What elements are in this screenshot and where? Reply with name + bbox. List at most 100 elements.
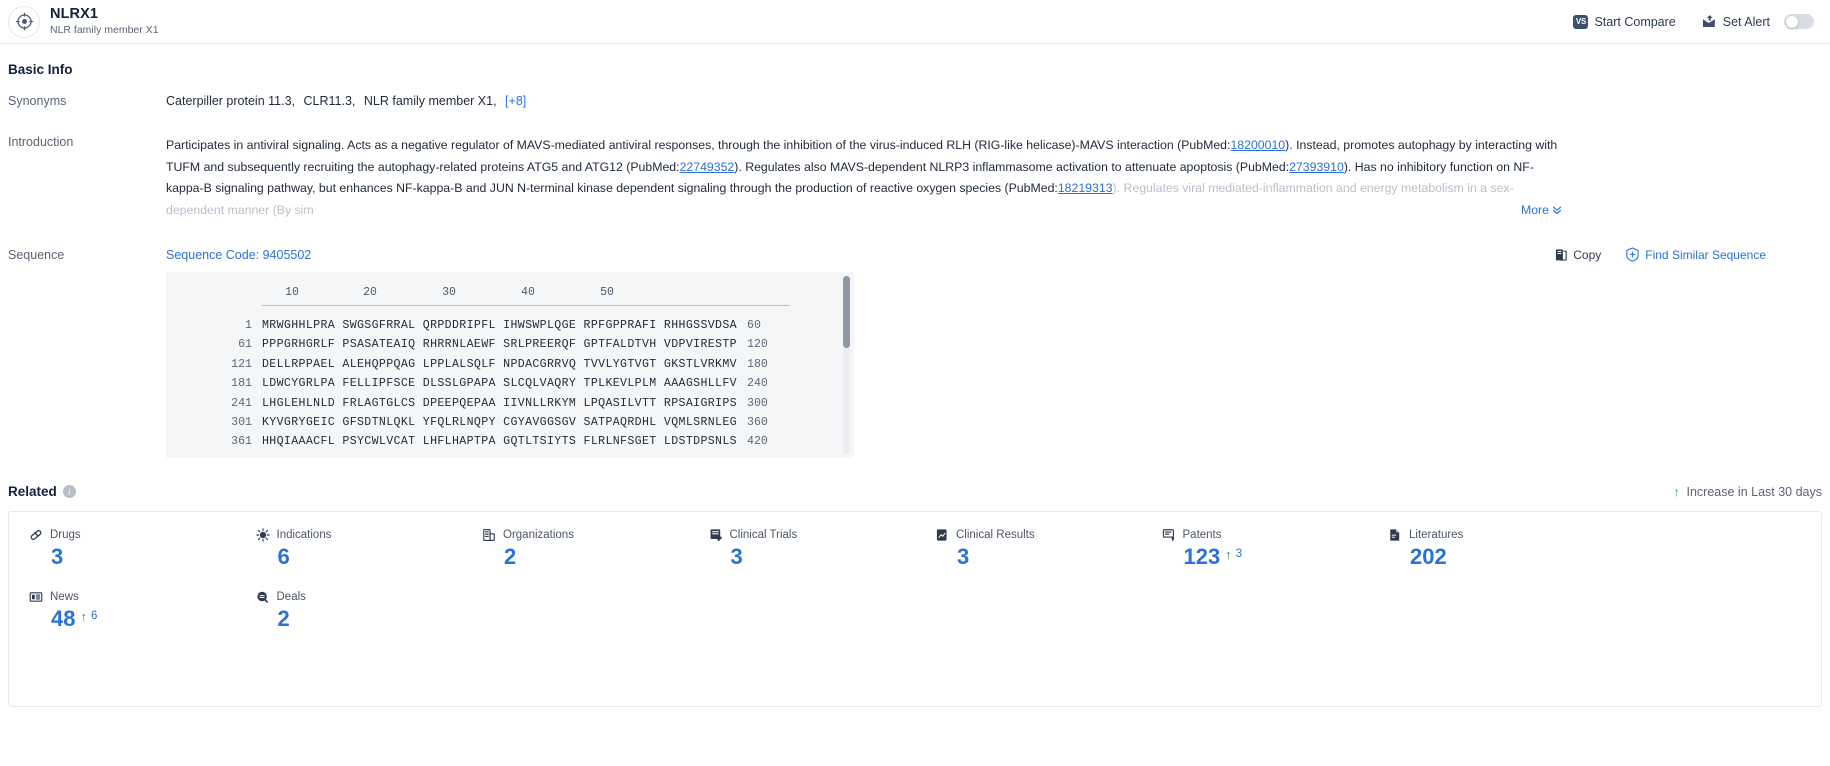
deal-icon	[256, 590, 270, 604]
sequence-header-row: Sequence Sequence Code: 9405502 Copy Fin…	[0, 247, 1830, 262]
set-alert-control[interactable]: Set Alert	[1702, 14, 1814, 29]
sequence-row: 121 DELLRPPAEL ALEHQPPQAG LPPLALSQLF NPD…	[166, 355, 854, 374]
tile-value: 6	[277, 544, 290, 569]
related-section: Related i ↑ Increase in Last 30 days Dru…	[0, 484, 1830, 707]
introduction-row: Introduction Participates in antiviral s…	[0, 135, 1830, 221]
chevron-double-down-icon	[1552, 205, 1562, 215]
related-tile-indications[interactable]: Indications 6	[236, 528, 463, 589]
sequence-residues: HHQIAAACFL PSYCWLVCAT LHFLHAPTPA GQTLTSI…	[262, 435, 737, 449]
increase-legend-label: Increase in Last 30 days	[1686, 484, 1823, 499]
tile-spacer	[1595, 528, 1822, 589]
sequence-end-index: 120	[746, 338, 768, 352]
sequence-viewer[interactable]: 10 20 30 40 50 1 MRWGHHLPRA SWGSGFRRAL Q…	[166, 272, 854, 458]
gene-full-name: NLR family member X1	[50, 23, 159, 36]
pubmed-link-27393910[interactable]: 27393910	[1289, 160, 1344, 174]
sequence-tools: Copy Find Similar Sequence	[1554, 247, 1830, 262]
sequence-residues: MRWGHHLPRA SWGSGFRRAL QRPDDRIPFL IHWSWPL…	[262, 319, 737, 332]
tile-delta-value: 6	[90, 610, 98, 622]
sequence-scrollbar[interactable]	[843, 276, 850, 454]
sequence-end-index: 300	[746, 396, 768, 410]
clinical-result-icon	[935, 528, 949, 542]
ruler-tick-40: 40	[521, 286, 535, 299]
tile-delta: ↑ 6	[80, 610, 97, 623]
tile-value: 2	[504, 544, 517, 569]
related-tile-organizations[interactable]: Organizations 2	[462, 528, 689, 589]
ruler-line	[262, 305, 790, 306]
ruler-tick-30: 30	[442, 286, 456, 299]
intro-part-3: ). Regulates also MAVS-dependent NLRP3 i…	[734, 159, 1290, 174]
sequence-end-index: 360	[746, 416, 768, 430]
sequence-end-index: 420	[746, 435, 768, 449]
tile-value: 2	[277, 606, 290, 631]
copy-sequence-button[interactable]: Copy	[1554, 248, 1601, 262]
copy-icon	[1554, 248, 1568, 262]
similar-sequence-icon	[1625, 247, 1640, 262]
tile-label: Clinical Trials	[729, 529, 798, 541]
introduction-more-label: More	[1520, 202, 1549, 217]
capsule-icon	[29, 528, 43, 542]
sequence-start-index: 121	[231, 357, 252, 371]
pubmed-link-18200010[interactable]: 18200010	[1230, 138, 1285, 152]
start-compare-button[interactable]: VS Start Compare	[1573, 14, 1676, 29]
sequence-row: 181 LDWCYGRLPA FELLIPFSCE DLSSLGPAPA SLC…	[166, 374, 854, 393]
start-compare-label: Start Compare	[1594, 14, 1676, 29]
sequence-code[interactable]: Sequence Code: 9405502	[166, 248, 311, 262]
tile-label: Clinical Results	[956, 529, 1035, 541]
sequence-row: 1 MRWGHHLPRA SWGSGFRRAL QRPDDRIPFL IHWSW…	[166, 316, 854, 335]
related-tile-deals[interactable]: Deals 2	[236, 590, 463, 651]
related-tile-patents[interactable]: Patents 123 ↑ 3	[1142, 528, 1369, 589]
sequence-residues: PPPGRHGRLF PSASATEAIQ RHRRNLAEWF SRLPREE…	[262, 338, 737, 352]
sequence-scrollbar-thumb[interactable]	[843, 276, 850, 348]
gene-identity: NLRX1 NLR family member X1	[50, 6, 159, 36]
synonym-item-2: NLR family member X1,	[363, 94, 497, 108]
top-header-bar: NLRX1 NLR family member X1 VS Start Comp…	[0, 0, 1830, 44]
vs-icon: VS	[1573, 14, 1589, 29]
introduction-text: Participates in antiviral signaling. Act…	[166, 135, 1562, 221]
synonyms-row: Synonyms Caterpiller protein 11.3, CLR11…	[0, 94, 1830, 108]
find-similar-label: Find Similar Sequence	[1645, 247, 1766, 262]
arrow-up-icon: ↑	[80, 609, 87, 624]
tile-label: Drugs	[50, 529, 81, 541]
sequence-start-index: 181	[231, 377, 252, 391]
ruler-tick-10: 10	[285, 286, 299, 299]
sequence-start-index: 301	[231, 416, 252, 430]
sequence-residues: KYVGRYGEIC GFSDTNLQKL YFQLRLNQPY CGYAVGG…	[262, 416, 737, 430]
sequence-row: 241 LHGLEHLNLD FRLAGTGLCS DPEEPQEPAA IIV…	[166, 394, 854, 413]
tile-label: Organizations	[503, 529, 574, 541]
related-tile-clinical-trials[interactable]: Clinical Trials 3	[689, 528, 916, 589]
synonyms-more-link[interactable]: [+8]	[505, 94, 526, 108]
synonym-item-1: CLR11.3,	[303, 94, 356, 108]
related-tile-drugs[interactable]: Drugs 3	[9, 528, 236, 589]
basic-info-section: Basic Info Synonyms Caterpiller protein …	[0, 44, 1830, 221]
sequence-end-index: 240	[746, 377, 768, 391]
set-alert-label: Set Alert	[1722, 14, 1770, 29]
related-tile-news[interactable]: News 48 ↑ 6	[9, 590, 236, 651]
sequence-row: 301 KYVGRYGEIC GFSDTNLQKL YFQLRLNQPY CGY…	[166, 413, 854, 432]
sequence-start-index: 361	[231, 435, 252, 449]
introduction-more-button[interactable]: More	[1514, 199, 1562, 221]
synonyms-label: Synonyms	[8, 94, 67, 108]
target-crosshair-icon	[8, 5, 40, 38]
arrow-up-icon: ↑	[1225, 547, 1232, 562]
set-alert-toggle[interactable]	[1784, 14, 1814, 29]
virus-icon	[255, 528, 270, 542]
sequence-residues: DELLRPPAEL ALEHQPPQAG LPPLALSQLF NPDACGR…	[262, 357, 737, 371]
sequence-ruler: 10 20 30 40 50	[262, 286, 790, 316]
tile-label: News	[50, 591, 79, 603]
tile-value: 3	[730, 544, 743, 569]
sequence-row: 61 PPPGRHGRLF PSASATEAIQ RHRRNLAEWF SRLP…	[166, 335, 854, 354]
sequence-end-index: 60	[746, 319, 761, 332]
basic-info-title: Basic Info	[8, 62, 73, 77]
tile-value: 48	[51, 606, 76, 631]
patent-icon	[1162, 528, 1176, 542]
pubmed-link-18219313[interactable]: 18219313	[1058, 181, 1113, 195]
related-tile-literatures[interactable]: Literatures 202	[1368, 528, 1595, 589]
sequence-residues: LHGLEHLNLD FRLAGTGLCS DPEEPQEPAA IIVNLLR…	[262, 396, 737, 410]
find-similar-sequence-button[interactable]: Find Similar Sequence	[1625, 247, 1766, 262]
sequence-end-index: 180	[746, 357, 768, 371]
pubmed-link-22749352[interactable]: 22749352	[680, 160, 735, 174]
related-tile-grid: Drugs 3 Indications 6 Organizations 2 Cl…	[9, 528, 1821, 651]
tile-label: Literatures	[1409, 529, 1464, 541]
related-tile-clinical-results[interactable]: Clinical Results 3	[915, 528, 1142, 589]
info-icon[interactable]: i	[62, 485, 76, 498]
